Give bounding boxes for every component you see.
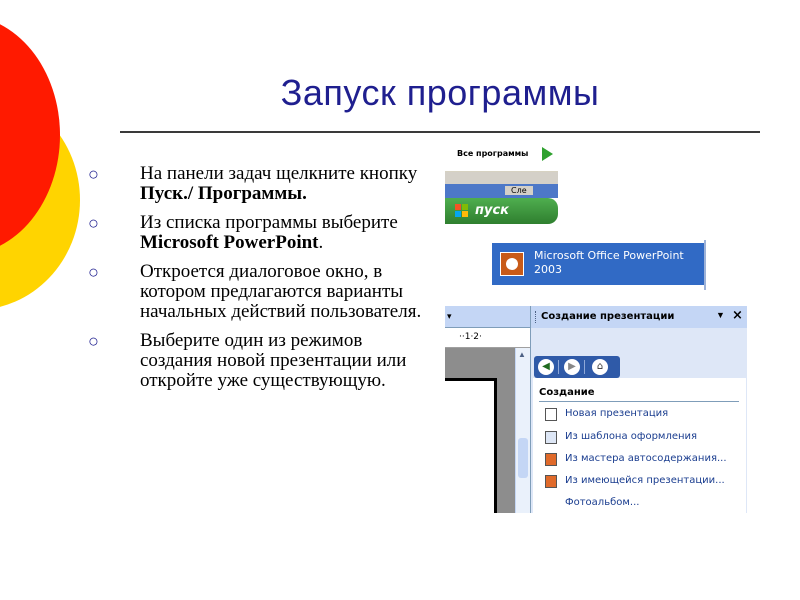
task-pane-nav: ◀ ▶ ⌂ bbox=[534, 356, 620, 378]
all-programs-label: Все программы bbox=[457, 149, 529, 158]
start-button[interactable]: пуск bbox=[445, 198, 558, 224]
bullet-list: ○ На панели задач щелкните кнопку Пуск./… bbox=[88, 164, 438, 400]
task-pane-header: Создание презентации ▼ × bbox=[531, 306, 747, 328]
grip-icon[interactable] bbox=[535, 311, 538, 323]
green-arrow-icon bbox=[542, 147, 553, 161]
menu-border bbox=[704, 240, 706, 290]
vertical-scrollbar[interactable]: ▲ bbox=[515, 348, 530, 513]
existing-presentation-icon bbox=[545, 475, 557, 488]
task-new-presentation[interactable]: Новая презентация bbox=[533, 405, 746, 425]
task-label: Из мастера автосодержания... bbox=[565, 453, 727, 464]
task-label: Новая презентация bbox=[565, 408, 669, 419]
powerpoint-icon bbox=[500, 252, 524, 276]
task-label: Из имеющейся презентации... bbox=[565, 475, 725, 486]
bullet-marker-icon: ○ bbox=[88, 331, 99, 351]
bullet-item: ○ Выберите один из режимов создания ново… bbox=[88, 330, 407, 391]
ruler: ··1·2· bbox=[445, 328, 530, 348]
menu-separator bbox=[445, 172, 558, 184]
program-menu-screenshot: Microsoft Office PowerPoint 2003 bbox=[492, 240, 706, 292]
slide-title: Запуск программы bbox=[280, 72, 600, 113]
chevron-down-icon[interactable]: ▼ bbox=[716, 310, 725, 320]
template-icon bbox=[545, 431, 557, 444]
start-button-label: пуск bbox=[475, 203, 509, 218]
section-divider bbox=[539, 401, 739, 402]
task-label: Из шаблона оформления bbox=[565, 431, 698, 442]
toolbar-options-icon[interactable]: ▾ bbox=[447, 312, 452, 322]
nav-separator bbox=[584, 360, 585, 374]
scroll-thumb[interactable] bbox=[518, 438, 528, 478]
wizard-icon bbox=[545, 453, 557, 466]
powerpoint-menu-label: Microsoft Office PowerPoint 2003 bbox=[534, 249, 684, 276]
powerpoint-window-screenshot: ▾ ··1·2· ▲ Создание презентации ▼ × ◀ ▶ … bbox=[445, 306, 747, 513]
close-icon[interactable]: × bbox=[732, 308, 743, 323]
section-title: Создание bbox=[539, 387, 595, 398]
task-pane-title: Создание презентации bbox=[541, 311, 675, 322]
bullet-marker-icon: ○ bbox=[88, 164, 99, 184]
logoff-row: Сле bbox=[445, 184, 558, 198]
bullet-item: ○ На панели задач щелкните кнопку Пуск./… bbox=[88, 163, 418, 204]
task-photo-album[interactable]: Фотоальбом... bbox=[533, 494, 746, 513]
all-programs-item[interactable]: Все программы bbox=[445, 138, 558, 172]
task-pane: Создание презентации ▼ × ◀ ▶ ⌂ Создание … bbox=[530, 306, 747, 513]
powerpoint-menu-item[interactable]: Microsoft Office PowerPoint 2003 bbox=[492, 243, 704, 285]
start-menu-screenshot: Все программы Сле пуск bbox=[445, 138, 558, 224]
task-label: Фотоальбом... bbox=[565, 497, 640, 508]
windows-logo-icon bbox=[455, 204, 468, 217]
logoff-button[interactable]: Сле bbox=[505, 186, 533, 195]
title-divider bbox=[120, 131, 760, 133]
slide-page[interactable] bbox=[445, 378, 497, 513]
blank-page-icon bbox=[545, 408, 557, 421]
toolbar: ▾ bbox=[445, 306, 530, 328]
slide-editor bbox=[445, 348, 515, 513]
ruler-ticks: ··1·2· bbox=[459, 332, 482, 342]
home-icon[interactable]: ⌂ bbox=[592, 359, 608, 375]
nav-separator bbox=[558, 360, 559, 374]
bullet-marker-icon: ○ bbox=[88, 213, 99, 233]
back-icon[interactable]: ◀ bbox=[538, 359, 554, 375]
bullet-marker-icon: ○ bbox=[88, 262, 99, 282]
task-from-existing[interactable]: Из имеющейся презентации... bbox=[533, 472, 746, 492]
scroll-up-icon[interactable]: ▲ bbox=[518, 350, 526, 359]
bullet-item: ○ Из списка программы выберите Microsoft… bbox=[88, 212, 398, 253]
task-autocontent-wizard[interactable]: Из мастера автосодержания... bbox=[533, 450, 746, 470]
forward-icon[interactable]: ▶ bbox=[564, 359, 580, 375]
task-pane-body: Создание Новая презентация Из шаблона оф… bbox=[533, 378, 746, 513]
task-from-template[interactable]: Из шаблона оформления bbox=[533, 428, 746, 448]
bullet-item: ○ Откроется диалоговое окно, в котором п… bbox=[88, 261, 422, 322]
